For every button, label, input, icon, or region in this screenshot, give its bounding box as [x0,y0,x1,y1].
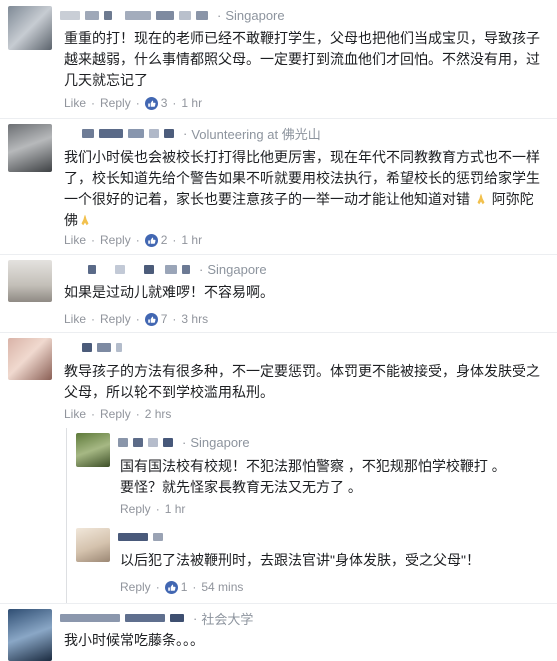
separator-dot: · [182,434,187,450]
commenter-location: Volunteering at 佛光山 [191,126,321,142]
divider [0,332,557,333]
commenter-name[interactable] [118,528,168,546]
reply-link[interactable]: Reply [100,312,131,326]
avatar[interactable] [76,528,110,562]
commenter-location: Singapore [190,434,250,450]
divider [0,118,557,119]
praying-hands-icon [477,193,485,205]
reaction-count[interactable]: 3 [161,96,168,110]
timestamp[interactable]: 54 mins [201,580,243,594]
thumbs-up-icon[interactable] [164,580,178,594]
commenter-location: 社会大学 [201,611,254,627]
commenter-name[interactable]: · Singapore [118,433,250,451]
timestamp[interactable]: 1 hr [181,96,202,110]
commenter-name[interactable] [60,338,127,356]
avatar[interactable] [76,433,110,467]
like-link[interactable]: Like [64,96,86,110]
reply-thread-line [66,428,67,604]
separator-dot: · [217,7,222,23]
comment-text: 以后犯了法被鞭刑时，去跟法官讲"身体发肤，受之父母"！ [120,552,480,568]
timestamp[interactable]: 3 hrs [181,312,208,326]
divider [0,603,557,604]
comment-text: 重重的打！现在的老师已经不敢鞭打学生，父母也把他们当成宝贝，导致孩子 越来越弱，… [64,30,540,88]
comment-actions: Like · Reply · 7 · 3 hrs [64,312,209,326]
comment-actions: Like · Reply · 2 · 1 hr [64,233,203,247]
commenter-location: Singapore [225,7,285,23]
reaction-count[interactable]: 7 [161,312,168,326]
commenter-name[interactable]: · Volunteering at 佛光山 [60,124,321,142]
separator-dot: · [199,261,204,277]
avatar[interactable] [8,338,52,380]
comment-actions: Like · Reply · 3 · 1 hr [64,96,203,110]
separator-dot: · [183,125,188,141]
timestamp[interactable]: 1 hr [181,233,202,247]
like-link[interactable]: Like [64,312,86,326]
separator-dot: · [193,610,198,626]
comment-text: 我们小时侯也会被校长打打得比他更厉害，现在年代不同教教育方式也不一样 了，校长知… [64,149,540,228]
comment-actions: Like · Reply · 2 hrs [64,407,172,421]
commenter-name[interactable]: · 社会大学 [60,609,253,627]
comment-text: 教导孩子的方法有很多种，不一定要惩罚。体罚更不能被接受，身体发肤受之 父母，所以… [64,363,540,400]
commenter-name[interactable]: · Singapore [60,260,267,278]
reply-link[interactable]: Reply [120,580,151,594]
divider [0,254,557,255]
reply-link[interactable]: Reply [120,502,151,516]
avatar[interactable] [8,260,52,302]
avatar[interactable] [8,6,52,50]
reaction-count[interactable]: 2 [161,233,168,247]
comment-text: 国有国法校有校规！不犯法那怕警察 ，不犯规那怕学校鞭打 。 要怪？就先怪家長教育… [120,458,506,495]
comment-text: 如果是过动儿就难啰！不容易啊。 [64,284,274,300]
timestamp[interactable]: 1 hr [165,502,186,516]
like-link[interactable]: Like [64,407,86,421]
reply-link[interactable]: Reply [100,96,131,110]
reaction-count[interactable]: 1 [181,580,188,594]
reply-link[interactable]: Reply [100,407,131,421]
thumbs-up-icon[interactable] [144,312,158,326]
comment-actions: Reply · 1 · 54 mins [120,580,244,594]
commenter-location: Singapore [207,261,267,277]
like-link[interactable]: Like [64,233,86,247]
praying-hands-icon [81,214,89,226]
comment-actions: Reply · 1 hr [120,502,186,516]
avatar[interactable] [8,124,52,172]
commenter-name[interactable]: · Singapore [60,6,285,24]
thumbs-up-icon[interactable] [144,96,158,110]
comment-text: 我小时候常吃藤条。。。 [64,632,204,648]
thumbs-up-icon[interactable] [144,233,158,247]
reply-link[interactable]: Reply [100,233,131,247]
avatar[interactable] [8,609,52,661]
timestamp[interactable]: 2 hrs [145,407,172,421]
